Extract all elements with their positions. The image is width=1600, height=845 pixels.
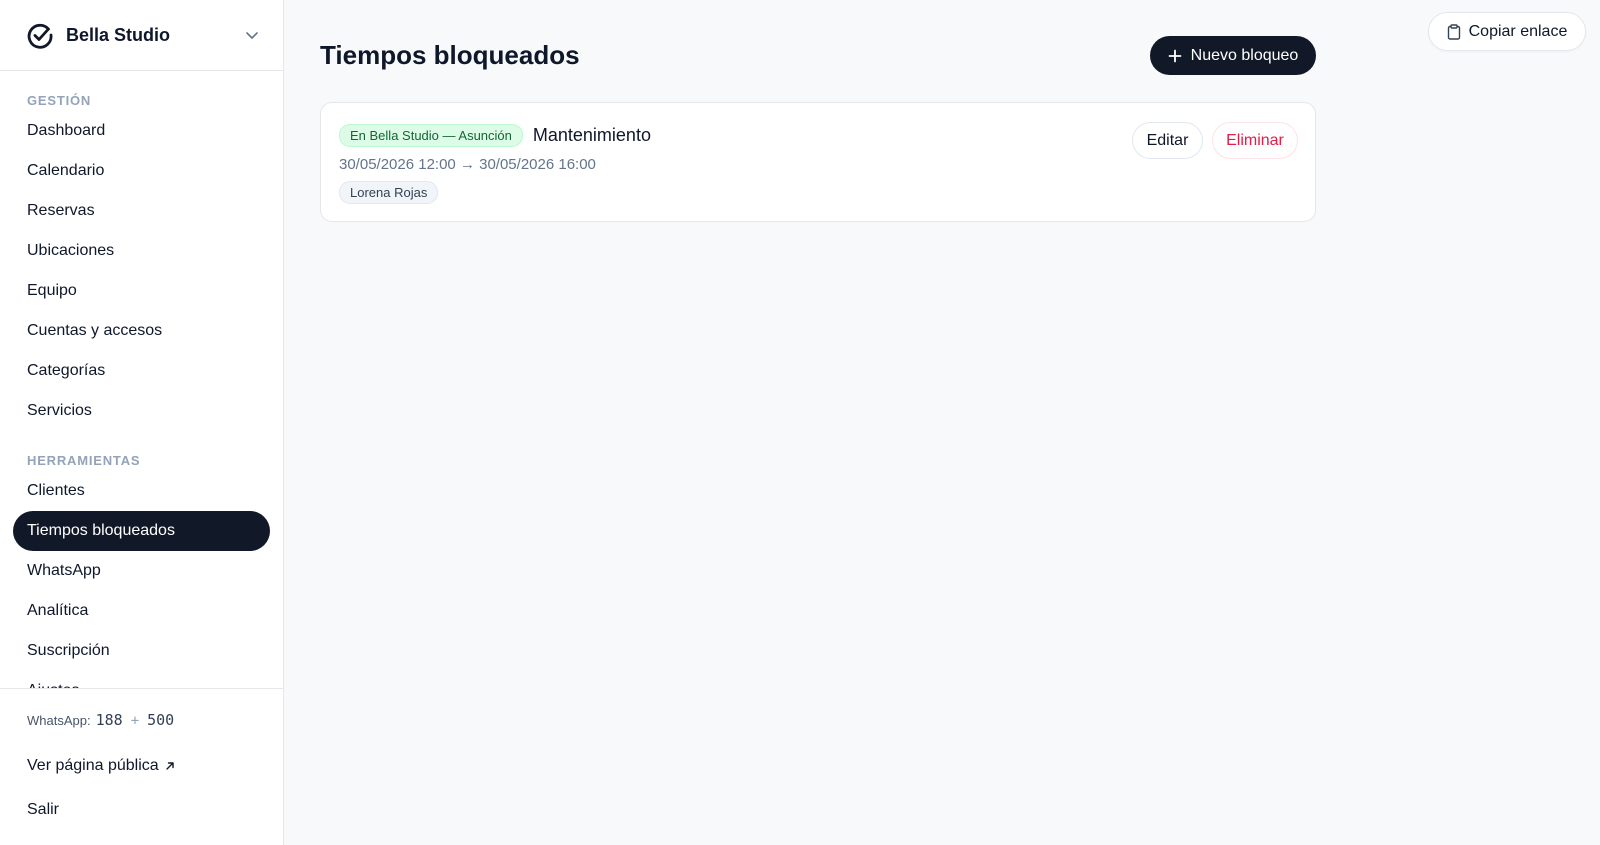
whatsapp-plus-sign: + (130, 713, 140, 729)
sidebar-item-suscripcion[interactable]: Suscripción (13, 631, 270, 671)
copy-link-button[interactable]: Copiar enlace (1428, 12, 1586, 51)
blocked-time-header: En Bella Studio — Asunción Mantenimiento (339, 124, 651, 147)
public-page-link[interactable]: Ver página pública (27, 755, 256, 777)
staff-chip: Lorena Rojas (339, 181, 439, 204)
copy-link-button-label: Copiar enlace (1468, 22, 1568, 40)
blocked-time-card: En Bella Studio — Asunción Mantenimiento… (320, 102, 1316, 222)
sidebar-item-equipo[interactable]: Equipo (13, 271, 270, 311)
sidebar-footer: WhatsApp: 188 + 500 Ver página pública S… (0, 688, 283, 845)
sidebar-item-servicios[interactable]: Servicios (13, 391, 270, 431)
sidebar-item-ubicaciones[interactable]: Ubicaciones (13, 231, 270, 271)
nav-section-gestion: GESTIÓN (27, 93, 92, 108)
public-page-link-label: Ver página pública (27, 757, 159, 774)
edit-button[interactable]: Editar (1132, 122, 1203, 159)
brand-name: Bella Studio (66, 24, 171, 45)
sidebar-item-ajustes[interactable]: Ajustes (13, 671, 270, 688)
delete-button[interactable]: Eliminar (1212, 122, 1298, 159)
block-reason: Mantenimiento (532, 125, 651, 145)
nav-section-herramientas: HERRAMIENTAS (27, 453, 141, 468)
location-badge: En Bella Studio — Asunción (339, 124, 523, 147)
whatsapp-used-count: 188 (95, 711, 123, 729)
sidebar-item-whatsapp[interactable]: WhatsApp (13, 551, 270, 591)
sidebar-item-dashboard[interactable]: Dashboard (13, 111, 270, 151)
whatsapp-counter-label: WhatsApp: (27, 713, 91, 728)
sidebar-item-analitica[interactable]: Analítica (13, 591, 270, 631)
chevron-down-icon[interactable] (243, 26, 261, 44)
sidebar-item-tiempos-bloqueados[interactable]: Tiempos bloqueados (13, 511, 270, 551)
sidebar-item-cuentas[interactable]: Cuentas y accesos (13, 311, 270, 351)
sidebar: Bella Studio GESTIÓN Dashboard Calendari… (0, 0, 284, 845)
whatsapp-counter: WhatsApp: 188 + 500 (27, 711, 256, 733)
logout-link[interactable]: Salir (27, 799, 256, 821)
sidebar-item-calendario[interactable]: Calendario (13, 151, 270, 191)
main-content: Tiempos bloqueados Nuevo bloqueo Copiar … (284, 0, 1600, 845)
sidebar-item-clientes[interactable]: Clientes (13, 471, 270, 511)
clipboard-icon (1447, 23, 1461, 40)
plus-icon (1168, 49, 1182, 63)
whatsapp-extra-count: 500 (147, 711, 175, 729)
sidebar-nav: GESTIÓN Dashboard Calendario Reservas Ub… (0, 71, 283, 688)
sidebar-item-reservas[interactable]: Reservas (13, 191, 270, 231)
block-date-range: 30/05/2026 12:00 → 30/05/2026 16:00 (339, 156, 596, 173)
check-circle-icon (26, 21, 54, 49)
page-title: Tiempos bloqueados (320, 40, 580, 70)
external-link-icon (164, 760, 176, 772)
brand-switcher[interactable]: Bella Studio (0, 0, 283, 71)
new-block-button[interactable]: Nuevo bloqueo (1150, 36, 1316, 75)
new-block-button-label: Nuevo bloqueo (1190, 46, 1299, 64)
sidebar-item-categorias[interactable]: Categorías (13, 351, 270, 391)
